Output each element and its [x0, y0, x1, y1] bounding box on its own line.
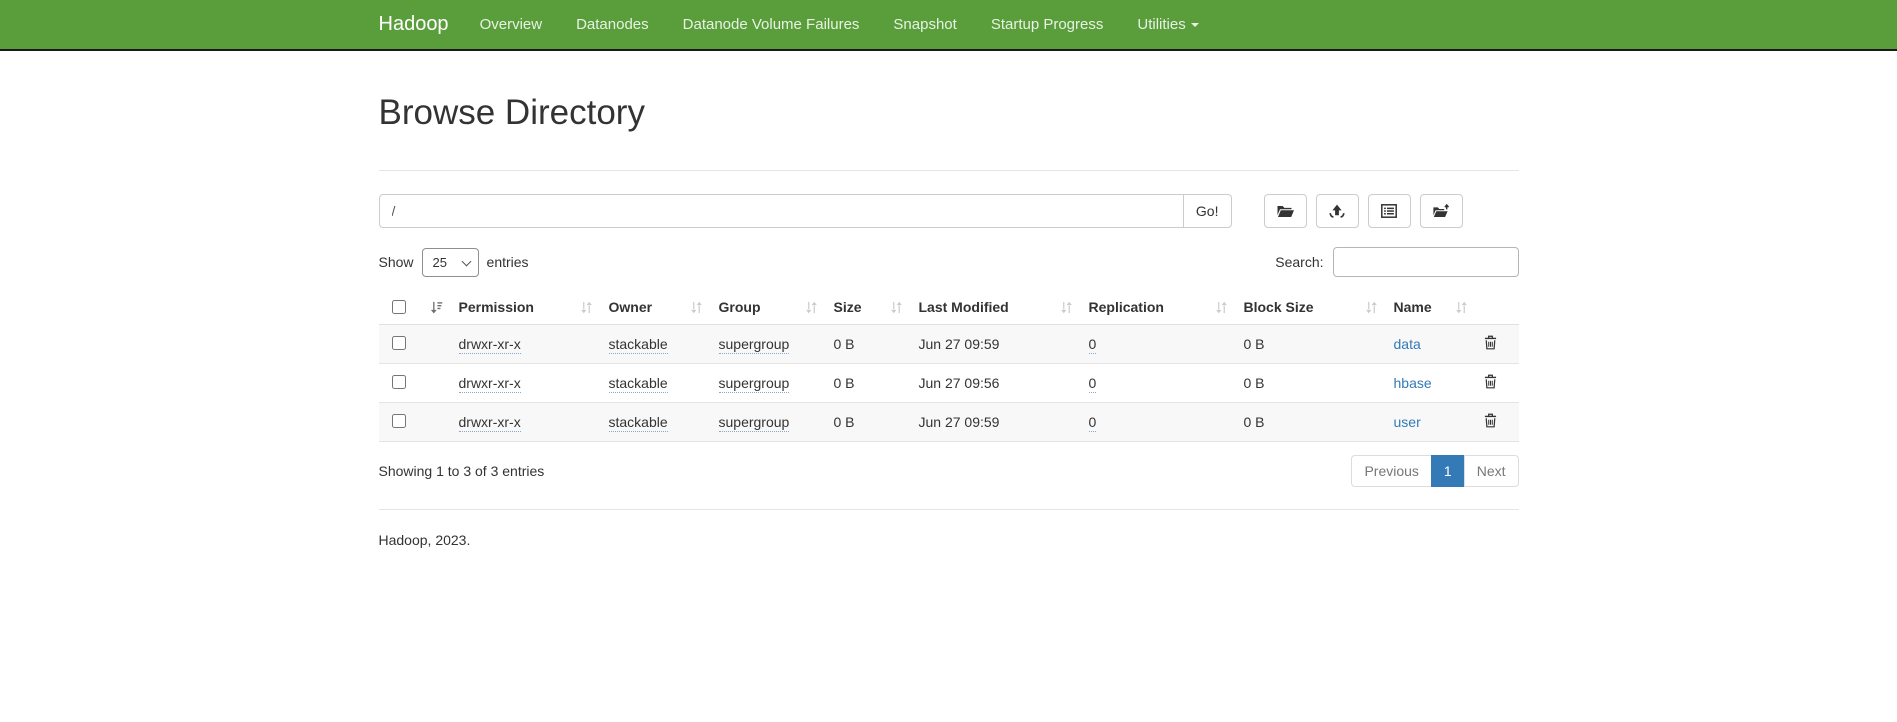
last-modified-value: Jun 27 09:56: [911, 364, 1081, 403]
row-checkbox[interactable]: [392, 375, 406, 389]
delete-button[interactable]: [1484, 374, 1497, 389]
directory-path-input[interactable]: [379, 194, 1184, 228]
toolbar: [1264, 194, 1472, 228]
upload-files-button[interactable]: [1316, 194, 1359, 228]
table-info: Showing 1 to 3 of 3 entries: [379, 463, 545, 479]
row-checkbox[interactable]: [392, 414, 406, 428]
entries-label: entries: [487, 254, 529, 270]
sort-asc-icon[interactable]: [430, 301, 443, 314]
directory-link[interactable]: hbase: [1394, 375, 1432, 391]
caret-down-icon: [1191, 23, 1199, 27]
nav-item-overview[interactable]: Overview: [463, 0, 560, 50]
directory-link[interactable]: data: [1394, 336, 1421, 352]
move-files-button[interactable]: [1420, 194, 1463, 228]
path-bar: Go!: [379, 194, 1519, 228]
column-header-permission[interactable]: Permission: [451, 290, 601, 325]
sort-icon[interactable]: [890, 301, 903, 314]
table-row: drwxr-xr-x stackable supergroup 0 B Jun …: [379, 325, 1519, 364]
divider: [379, 509, 1519, 510]
group-value[interactable]: supergroup: [719, 336, 790, 354]
table-controls: Show 25 entries Search:: [379, 247, 1519, 277]
sort-icon[interactable]: [1060, 301, 1073, 314]
delete-button[interactable]: [1484, 413, 1497, 428]
size-value: 0 B: [826, 364, 911, 403]
sort-icon[interactable]: [805, 301, 818, 314]
search-input[interactable]: [1333, 247, 1519, 277]
permission-value[interactable]: drwxr-xr-x: [459, 414, 521, 432]
last-modified-value: Jun 27 09:59: [911, 325, 1081, 364]
brand-hadoop[interactable]: Hadoop: [379, 13, 449, 36]
group-value[interactable]: supergroup: [719, 375, 790, 393]
sort-icon[interactable]: [690, 301, 703, 314]
trash-icon: [1484, 335, 1497, 350]
column-header-name[interactable]: Name: [1386, 290, 1476, 325]
owner-value[interactable]: stackable: [609, 375, 668, 393]
go-button[interactable]: Go!: [1183, 194, 1232, 228]
table-row: drwxr-xr-x stackable supergroup 0 B Jun …: [379, 403, 1519, 442]
create-directory-button[interactable]: [1264, 194, 1307, 228]
column-header-group[interactable]: Group: [711, 290, 826, 325]
column-header-replication[interactable]: Replication: [1081, 290, 1236, 325]
nav-item-utilities[interactable]: Utilities: [1120, 0, 1215, 50]
block-size-value: 0 B: [1236, 403, 1386, 442]
column-header-select[interactable]: [379, 290, 451, 325]
last-modified-value: Jun 27 09:59: [911, 403, 1081, 442]
permission-value[interactable]: drwxr-xr-x: [459, 336, 521, 354]
nav-item-snapshot[interactable]: Snapshot: [876, 0, 973, 50]
block-size-value: 0 B: [1236, 325, 1386, 364]
page-size-select[interactable]: 25: [422, 248, 479, 277]
delete-button[interactable]: [1484, 335, 1497, 350]
search-label: Search:: [1275, 254, 1323, 270]
permission-value[interactable]: drwxr-xr-x: [459, 375, 521, 393]
footer-text: Hadoop, 2023.: [379, 532, 1519, 548]
divider: [379, 170, 1519, 171]
replication-value[interactable]: 0: [1089, 414, 1097, 432]
pagination-next[interactable]: Next: [1464, 455, 1519, 487]
folder-arrow-icon: [1433, 204, 1450, 218]
directory-link[interactable]: user: [1394, 414, 1421, 430]
list-alt-icon: [1381, 204, 1397, 218]
nav-item-datanode-volume-failures[interactable]: Datanode Volume Failures: [666, 0, 877, 50]
column-header-last-modified[interactable]: Last Modified: [911, 290, 1081, 325]
size-value: 0 B: [826, 325, 911, 364]
sort-icon[interactable]: [1455, 301, 1468, 314]
block-size-value: 0 B: [1236, 364, 1386, 403]
group-value[interactable]: supergroup: [719, 414, 790, 432]
pagination-page-1[interactable]: 1: [1431, 455, 1465, 487]
show-label: Show: [379, 254, 414, 270]
table-header-row: Permission Owner Group Size Last Modifie…: [379, 290, 1519, 325]
nav-item-startup-progress[interactable]: Startup Progress: [974, 0, 1121, 50]
replication-value[interactable]: 0: [1089, 336, 1097, 354]
top-navbar: Hadoop Overview Datanodes Datanode Volum…: [0, 0, 1897, 51]
select-all-checkbox[interactable]: [392, 300, 406, 314]
owner-value[interactable]: stackable: [609, 336, 668, 354]
page-title: Browse Directory: [379, 93, 1519, 133]
sort-icon[interactable]: [1365, 301, 1378, 314]
cut-paste-button[interactable]: [1368, 194, 1411, 228]
sort-icon[interactable]: [1215, 301, 1228, 314]
trash-icon: [1484, 413, 1497, 428]
replication-value[interactable]: 0: [1089, 375, 1097, 393]
pagination: Previous 1 Next: [1351, 455, 1518, 487]
sort-icon[interactable]: [580, 301, 593, 314]
column-header-block-size[interactable]: Block Size: [1236, 290, 1386, 325]
pagination-previous[interactable]: Previous: [1351, 455, 1431, 487]
trash-icon: [1484, 374, 1497, 389]
directory-table: Permission Owner Group Size Last Modifie…: [379, 290, 1519, 442]
owner-value[interactable]: stackable: [609, 414, 668, 432]
upload-icon: [1329, 204, 1345, 218]
nav-item-datanodes[interactable]: Datanodes: [559, 0, 666, 50]
column-header-size[interactable]: Size: [826, 290, 911, 325]
column-header-actions: [1476, 290, 1519, 325]
column-header-owner[interactable]: Owner: [601, 290, 711, 325]
table-row: drwxr-xr-x stackable supergroup 0 B Jun …: [379, 364, 1519, 403]
folder-open-icon: [1277, 204, 1294, 218]
row-checkbox[interactable]: [392, 336, 406, 350]
size-value: 0 B: [826, 403, 911, 442]
